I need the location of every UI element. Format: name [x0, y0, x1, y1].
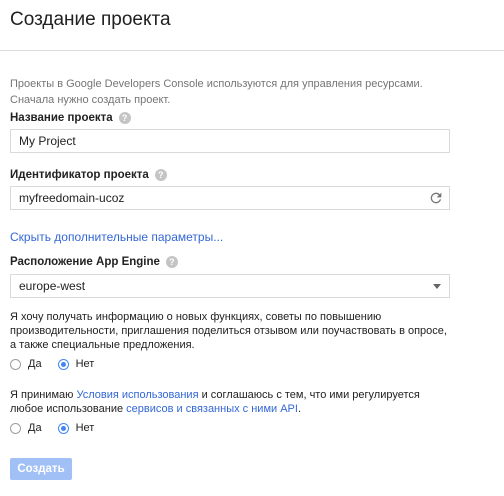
intro-line-2: Сначала нужно создать проект.: [10, 94, 171, 106]
terms-no-label: Нет: [75, 422, 95, 434]
dialog-title: Создание проекта: [10, 9, 171, 30]
app-engine-label-text: Расположение App Engine: [10, 256, 160, 268]
project-id-label-text: Идентификатор проекта: [10, 169, 149, 181]
newsletter-radio-group: Да Нет: [10, 358, 110, 370]
newsletter-text: Я хочу получать информацию о новых функц…: [10, 311, 447, 351]
chevron-down-icon: [433, 284, 441, 289]
terms-radio-group: Да Нет: [10, 422, 110, 434]
project-name-input[interactable]: My Project: [10, 129, 450, 153]
newsletter-no-radio[interactable]: Нет: [57, 358, 95, 370]
radio-circle-checked[interactable]: [57, 422, 69, 434]
terms-text-before: Я принимаю: [10, 389, 77, 401]
question-icon[interactable]: ?: [154, 169, 167, 181]
refresh-icon[interactable]: [428, 190, 444, 206]
newsletter-yes-label: Да: [28, 358, 42, 370]
terms-yes-radio[interactable]: Да: [10, 422, 42, 434]
project-name-label: Название проекта ?: [10, 111, 131, 125]
terms-of-service-link[interactable]: Условия использования: [76, 389, 198, 401]
app-engine-label: Расположение App Engine ?: [10, 255, 178, 269]
create-button[interactable]: Создать: [10, 458, 72, 480]
newsletter-no-label: Нет: [75, 358, 95, 370]
title-divider: [0, 50, 504, 51]
radio-circle[interactable]: [10, 422, 21, 434]
project-id-input[interactable]: myfreedomain-ucoz: [10, 186, 450, 210]
app-engine-select[interactable]: europe-west: [10, 274, 450, 298]
radio-circle[interactable]: [10, 358, 21, 370]
newsletter-yes-radio[interactable]: Да: [10, 358, 42, 370]
intro-line-1: Проекты в Google Developers Console испо…: [10, 78, 423, 90]
terms-yes-label: Да: [28, 422, 42, 434]
services-api-link[interactable]: сервисов и связанных с ними API: [126, 403, 298, 415]
app-engine-selected: europe-west: [19, 279, 86, 293]
terms-text: Я принимаю Условия использования и согла…: [10, 388, 450, 416]
question-icon[interactable]: ?: [165, 256, 178, 268]
hide-advanced-link[interactable]: Скрыть дополнительные параметры...: [10, 230, 223, 244]
terms-text-after: .: [297, 403, 302, 415]
terms-no-radio[interactable]: Нет: [57, 422, 95, 434]
project-name-value: My Project: [19, 134, 76, 148]
project-id-label: Идентификатор проекта ?: [10, 168, 167, 182]
project-name-label-text: Название проекта: [10, 112, 113, 124]
question-icon[interactable]: ?: [118, 112, 131, 124]
project-id-value: myfreedomain-ucoz: [19, 191, 125, 205]
intro-text: Проекты в Google Developers Console испо…: [10, 76, 490, 108]
radio-circle-checked[interactable]: [57, 358, 69, 370]
